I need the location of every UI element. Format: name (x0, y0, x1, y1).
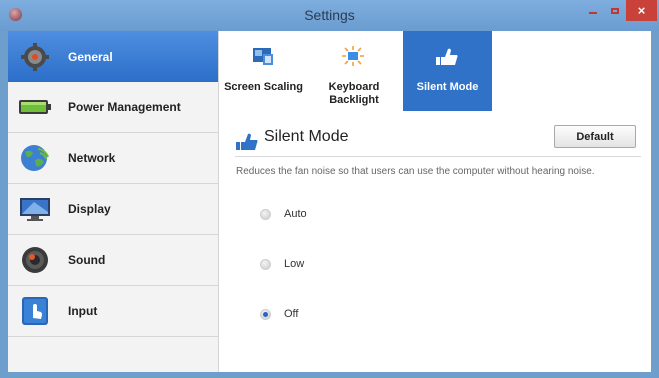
touch-icon (18, 296, 52, 326)
window-title: Settings (304, 7, 355, 23)
main-panel: Screen Scaling Keyboard Backlight Silent… (219, 31, 651, 372)
sidebar-item-display[interactable]: Display (8, 184, 218, 235)
maximize-button[interactable] (605, 0, 625, 21)
tab-label: Screen Scaling (224, 81, 303, 93)
speaker-icon (18, 245, 52, 275)
radio-button[interactable] (260, 208, 271, 220)
sidebar-item-label: Sound (68, 253, 106, 267)
radio-label: Auto (284, 208, 307, 220)
display-icon (18, 194, 52, 224)
tab-keyboard-backlight[interactable]: Keyboard Backlight (309, 31, 398, 111)
sidebar-item-input[interactable]: Input (8, 286, 218, 337)
radio-option-low[interactable]: Low (260, 258, 304, 270)
settings-window: Settings × General Power Management Netw… (0, 0, 659, 378)
sidebar-item-label: Network (68, 151, 116, 165)
section-title: Silent Mode (264, 128, 349, 145)
backlight-icon (341, 45, 365, 67)
tab-screen-scaling[interactable]: Screen Scaling (219, 31, 308, 111)
minimize-button[interactable] (582, 0, 604, 21)
sidebar-item-network[interactable]: Network (8, 133, 218, 184)
sidebar: General Power Management Network Display (8, 31, 219, 372)
tab-silent-mode[interactable]: Silent Mode (403, 31, 492, 111)
close-button[interactable]: × (626, 0, 657, 21)
globe-icon (18, 143, 52, 173)
silent-mode-icon (435, 45, 459, 67)
radio-button[interactable] (260, 258, 271, 270)
radio-label: Off (284, 308, 299, 320)
tab-label: Keyboard Backlight (328, 81, 380, 106)
radio-option-off[interactable]: Off (260, 308, 298, 320)
radio-option-auto[interactable]: Auto (260, 208, 307, 220)
sidebar-item-general[interactable]: General (8, 31, 218, 82)
sidebar-item-label: Input (68, 304, 98, 318)
title-bar[interactable]: Settings × (0, 0, 659, 31)
sidebar-item-label: General (68, 49, 113, 64)
tab-label: Silent Mode (416, 81, 479, 93)
silent-mode-icon (235, 131, 259, 151)
sidebar-item-label: Display (68, 202, 111, 216)
sidebar-item-power-management[interactable]: Power Management (8, 82, 218, 133)
sidebar-item-sound[interactable]: Sound (8, 235, 218, 286)
sidebar-item-label: Power Management (68, 100, 181, 114)
tab-bar: Screen Scaling Keyboard Backlight Silent… (219, 31, 651, 111)
minimize-icon (589, 11, 597, 14)
radio-button[interactable] (260, 308, 271, 320)
radio-label: Low (284, 258, 305, 270)
client-area: General Power Management Network Display (8, 31, 651, 372)
section-description: Reduces the fan noise so that users can … (236, 166, 595, 177)
battery-icon (18, 92, 52, 122)
screen-scaling-icon (251, 45, 275, 67)
maximize-icon (611, 7, 619, 14)
default-button[interactable]: Default (554, 125, 636, 148)
divider (235, 156, 641, 157)
close-icon: × (637, 3, 646, 18)
gear-icon (18, 42, 52, 72)
